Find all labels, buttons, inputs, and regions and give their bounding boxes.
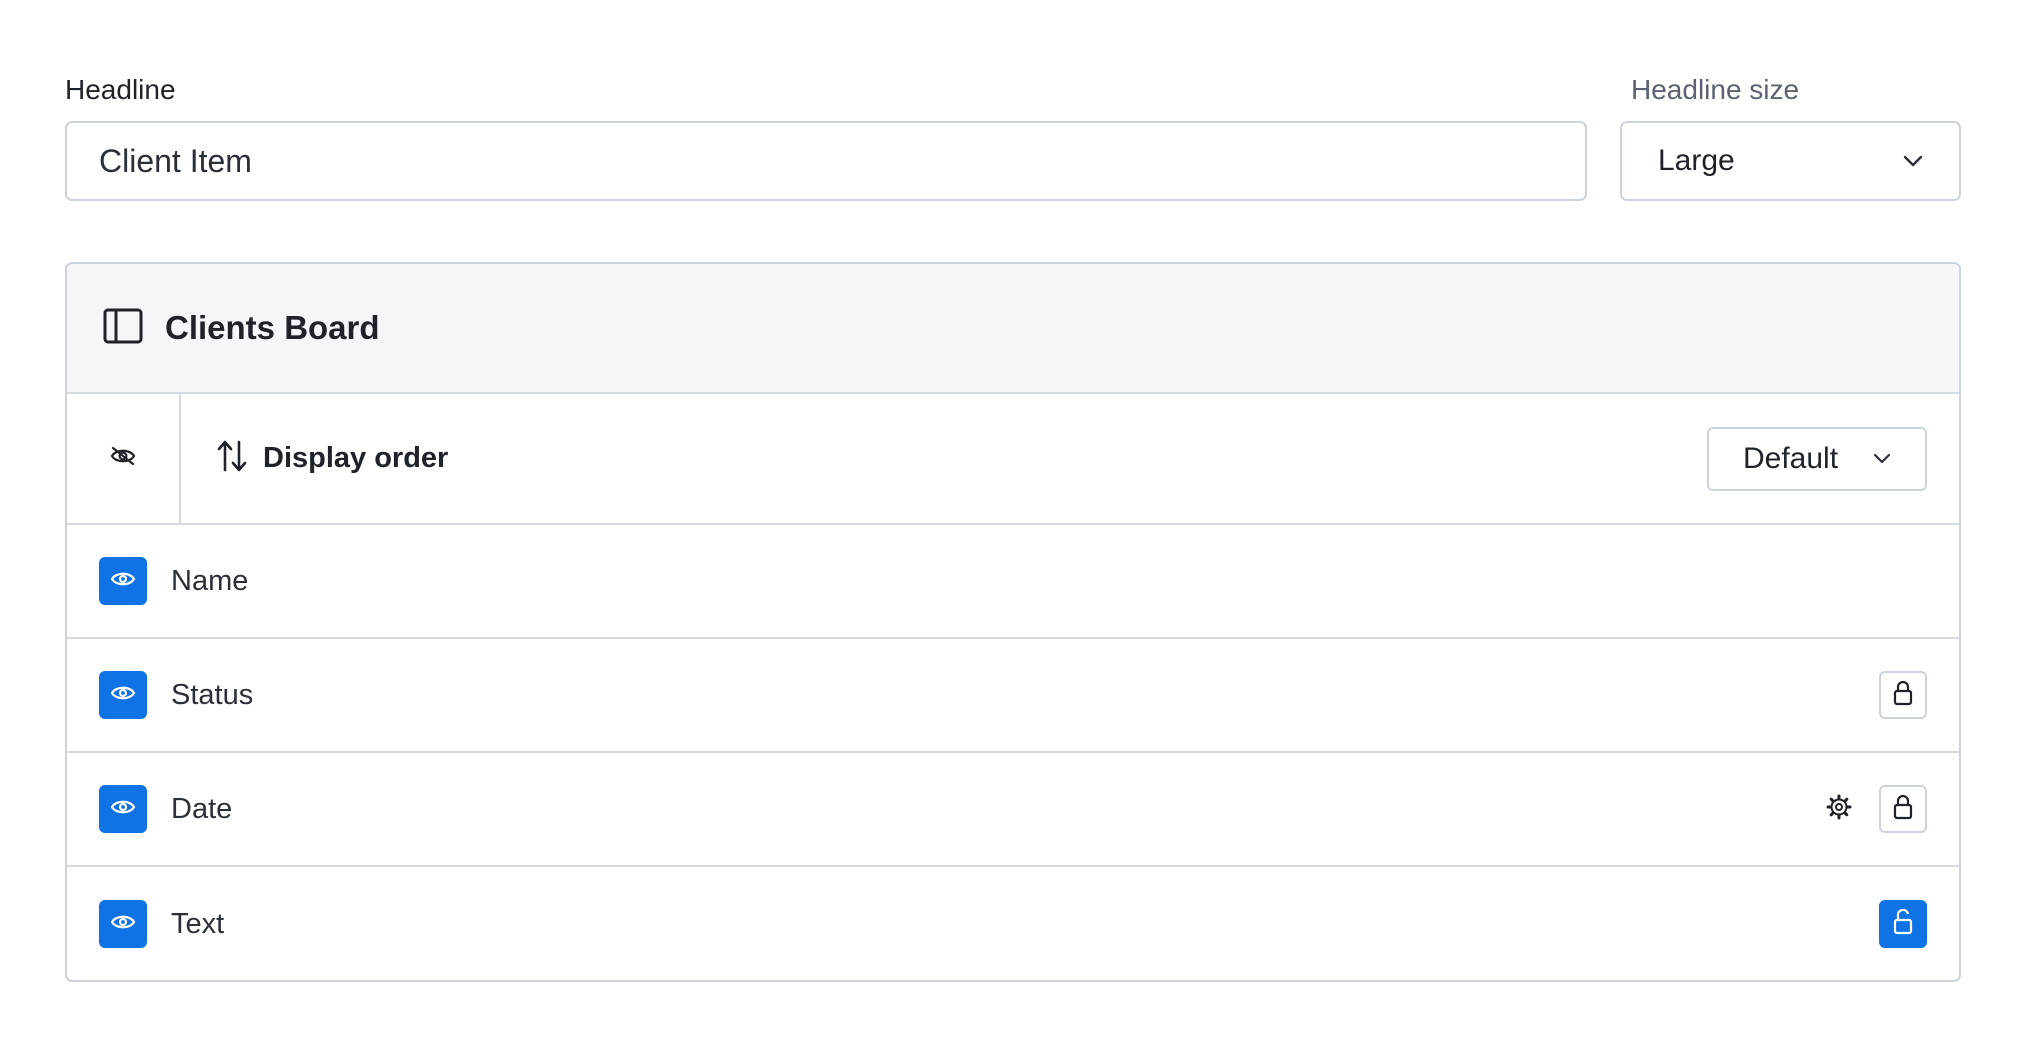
headline-size-label: Headline size (1631, 74, 1800, 105)
eye-off-icon (109, 445, 137, 472)
display-order-value: Default (1743, 441, 1839, 475)
lock-toggle-button[interactable] (1879, 785, 1927, 833)
display-order-label: Display order (263, 442, 449, 474)
gear-icon (1825, 793, 1853, 826)
eye-icon (110, 570, 136, 593)
field-row-date: Date (67, 753, 1959, 867)
sidebar-panel-icon (103, 308, 143, 349)
field-row-status: Status (67, 639, 1959, 753)
chevron-down-icon (1903, 155, 1923, 167)
field-row-name: Name (67, 525, 1959, 639)
lock-icon (1892, 794, 1914, 825)
lock-toggle-button[interactable] (1879, 671, 1927, 719)
clients-board-panel: Clients Board Display order Default Name… (65, 262, 1961, 982)
chevron-down-icon (1873, 453, 1891, 464)
visibility-toggle-button[interactable] (99, 557, 147, 605)
display-order-select[interactable]: Default (1707, 426, 1927, 491)
lock-toggle-button[interactable] (1879, 900, 1927, 948)
field-name-label: Name (171, 564, 249, 597)
headline-label: Headline (65, 74, 176, 105)
field-name-label: Date (171, 792, 233, 825)
board-title: Clients Board (165, 309, 380, 346)
eye-icon (110, 798, 136, 821)
eye-icon (110, 913, 136, 936)
visibility-toggle-button[interactable] (99, 900, 147, 948)
headline-input[interactable] (65, 121, 1587, 201)
field-settings-button[interactable] (1819, 789, 1859, 829)
visibility-toggle-button[interactable] (99, 671, 147, 719)
display-order-row: Display order Default (67, 394, 1959, 525)
field-name-label: Status (171, 678, 254, 711)
visibility-toggle-button[interactable] (99, 785, 147, 833)
sort-arrows-icon (217, 439, 247, 478)
unlock-icon (1892, 908, 1914, 940)
lock-icon (1892, 680, 1914, 711)
board-header: Clients Board (67, 264, 1959, 394)
hidden-fields-toggle[interactable] (67, 394, 181, 523)
headline-size-select[interactable]: Large (1620, 121, 1961, 201)
field-name-label: Text (171, 907, 225, 940)
eye-icon (110, 684, 136, 707)
field-row-text: Text (67, 867, 1959, 980)
headline-size-value: Large (1658, 144, 1735, 177)
